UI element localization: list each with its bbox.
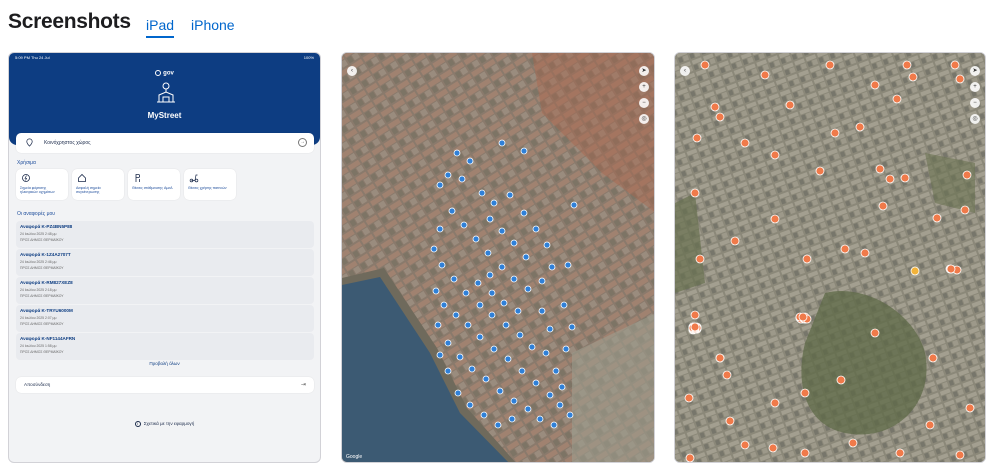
reports-section-label: Οι αναφορές μου (17, 211, 55, 217)
logout-button[interactable]: Αποσύνδεση ⇥ (16, 377, 314, 393)
status-bar: 5:09 PM Thu 24 Jul 100% (15, 55, 314, 60)
zoom-out-icon[interactable]: − (970, 98, 980, 108)
quick-action-disabled-parking[interactable]: Θέσεις στάθμευσης AμεΑ (128, 169, 180, 200)
satellite-map[interactable] (675, 53, 986, 463)
tab-iphone[interactable]: iPhone (191, 17, 235, 33)
section-title: Screenshots (8, 10, 131, 33)
scooter-icon (189, 174, 199, 183)
logout-icon: ⇥ (300, 382, 306, 388)
screenshot-map-reports[interactable]: ‹ ➤ + − ◎ Google (341, 52, 655, 463)
info-icon: i (134, 421, 141, 427)
arrow-right-icon[interactable]: → (298, 138, 307, 147)
street-building-icon (157, 82, 175, 103)
screenshot-map-safe-zones[interactable]: ‹ ➤ + − ◎ (674, 52, 986, 463)
screenshots-header: Screenshots iPad iPhone (0, 0, 986, 46)
compass-icon[interactable]: ➤ (639, 66, 649, 76)
useful-section-label: Χρήσιμα (17, 160, 36, 166)
map-attribution: Google (346, 454, 363, 460)
locate-icon[interactable]: ◎ (639, 114, 649, 124)
back-icon[interactable]: ‹ (680, 66, 690, 76)
compass-icon[interactable]: ➤ (970, 66, 980, 76)
quick-action-safe-zones[interactable]: Ασφαλή σημεία συγκέντρωσης (72, 169, 124, 200)
back-icon[interactable]: ‹ (347, 66, 357, 76)
app-name: MyStreet (147, 111, 182, 120)
location-card[interactable]: Κοινόχρηστος χώρος → (16, 133, 314, 153)
parking-icon (135, 174, 141, 182)
location-label: Κοινόχρηστος χώρος (44, 140, 91, 146)
locate-icon[interactable]: ◎ (970, 114, 980, 124)
report-item[interactable]: Αναφορά Κ-RM827XEZ8 24 Ιουλίου 2025 2:18… (16, 277, 314, 304)
gov-logo: gov (9, 70, 320, 77)
location-pin-icon (26, 138, 33, 147)
report-item[interactable]: Αναφορά Κ-1Z4A2707T 24 Ιουλίου 2025 2:46… (16, 249, 314, 276)
satellite-map[interactable] (342, 53, 655, 463)
report-item[interactable]: Αναφορά Κ-TRYU6000M 24 Ιουλίου 2025 2:07… (16, 305, 314, 332)
selected-pin[interactable] (910, 266, 920, 276)
quick-action-ev-charging[interactable]: Σημεία φόρτισης ηλεκτρικών οχημάτων (16, 169, 68, 200)
zoom-in-icon[interactable]: + (970, 82, 980, 92)
about-app-link[interactable]: i Σχετικά με την εφαρμογή (9, 421, 320, 427)
screenshot-gallery: 5:09 PM Thu 24 Jul 100% gov MyStreet Κοι… (8, 52, 986, 463)
report-item[interactable]: Αναφορά Κ-NF1144AFRN 24 Ιουλίου 2025 1:5… (16, 333, 314, 360)
zoom-out-icon[interactable]: − (639, 98, 649, 108)
quick-action-scooters[interactable]: Θέσεις χρήσης πατινιών (184, 169, 236, 200)
zoom-in-icon[interactable]: + (639, 82, 649, 92)
tab-ipad[interactable]: iPad (146, 17, 175, 38)
app-banner: 5:09 PM Thu 24 Jul 100% gov MyStreet (9, 53, 320, 145)
screenshot-app-home[interactable]: 5:09 PM Thu 24 Jul 100% gov MyStreet Κοι… (8, 52, 321, 463)
report-item[interactable]: Αναφορά Κ-PZ4BN5P88 24 Ιουλίου 2025 2:48… (16, 221, 314, 248)
ev-charger-icon (22, 174, 30, 182)
safe-zone-icon (78, 173, 86, 182)
view-all-link[interactable]: Προβολή όλων (9, 361, 320, 366)
